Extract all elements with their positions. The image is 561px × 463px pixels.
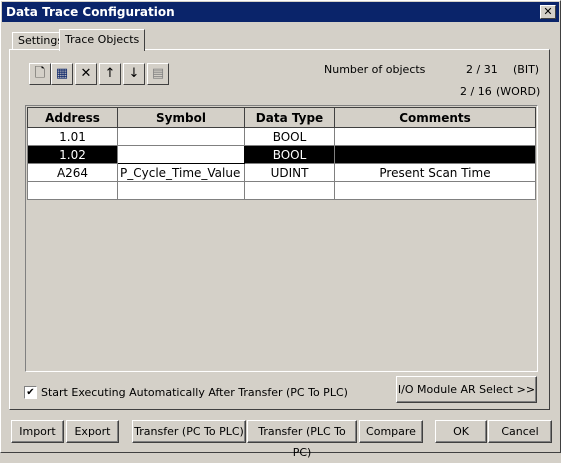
data-type-cell[interactable]: BOOL	[244, 127, 335, 146]
edit-icon: ▦	[55, 66, 69, 81]
auto-execute-label[interactable]: Start Executing Automatically After Tran…	[41, 386, 348, 399]
edit-object-button[interactable]: ▦	[51, 63, 73, 85]
title-bar[interactable]: Data Trace Configuration ✕	[2, 2, 559, 22]
auto-execute-checkbox[interactable]: ✔	[24, 386, 37, 399]
new-object-button[interactable]: 🗋	[29, 63, 51, 85]
data-type-cell[interactable]	[244, 181, 335, 200]
paste-button[interactable]: ▤	[147, 63, 169, 85]
table-row-selected[interactable]: 1.02 BOOL	[27, 145, 536, 164]
data-type-cell[interactable]: UDINT	[244, 163, 335, 182]
paste-icon: ▤	[151, 66, 165, 81]
compare-button[interactable]: Compare	[359, 420, 423, 443]
close-button[interactable]: ✕	[540, 5, 556, 19]
data-type-cell[interactable]: BOOL	[244, 145, 335, 164]
tab-trace-objects-label: Trace Objects	[65, 33, 140, 46]
close-icon: ✕	[543, 5, 553, 18]
move-down-button[interactable]: ↓	[123, 63, 145, 85]
column-header-comments[interactable]: Comments	[334, 107, 536, 128]
checkmark-icon: ✔	[26, 387, 35, 398]
window-title: Data Trace Configuration	[6, 5, 175, 19]
delete-icon: ✕	[80, 66, 92, 81]
tab-settings-label: Settings	[18, 34, 64, 47]
move-down-icon: ↓	[128, 66, 140, 81]
comments-cell[interactable]	[334, 181, 536, 200]
ok-button[interactable]: OK	[435, 420, 487, 443]
column-header-address[interactable]: Address	[27, 107, 118, 128]
bit-unit: (BIT)	[513, 63, 540, 76]
address-cell[interactable]: A264	[27, 163, 118, 182]
transfer-plc-to-pc-button[interactable]: Transfer (PLC To PC)	[247, 420, 357, 459]
word-unit: (WORD)	[496, 85, 541, 98]
symbol-cell[interactable]: P_Cycle_Time_Value	[117, 163, 245, 182]
import-button[interactable]: Import	[11, 420, 64, 443]
symbol-cell[interactable]	[117, 127, 245, 146]
symbol-edit-field[interactable]	[117, 145, 245, 164]
comments-cell[interactable]	[334, 127, 536, 146]
move-up-button[interactable]: ↑	[99, 63, 121, 85]
trace-objects-table: Address Symbol Data Type Comments 1.01 B…	[25, 105, 538, 372]
symbol-cell[interactable]	[117, 181, 245, 200]
export-button[interactable]: Export	[66, 420, 119, 443]
number-of-objects-label: Number of objects	[324, 63, 426, 76]
address-cell[interactable]: 1.02	[27, 145, 118, 164]
delete-object-button[interactable]: ✕	[75, 63, 97, 85]
word-count: 2 / 16	[460, 85, 492, 98]
table-row[interactable]	[27, 181, 536, 200]
column-header-data-type[interactable]: Data Type	[244, 107, 335, 128]
address-cell[interactable]	[27, 181, 118, 200]
comments-cell[interactable]	[334, 145, 536, 164]
bit-count: 2 / 31	[466, 63, 498, 76]
cancel-button[interactable]: Cancel	[488, 420, 552, 443]
address-cell[interactable]: 1.01	[27, 127, 118, 146]
table-row[interactable]: 1.01 BOOL	[27, 127, 536, 146]
io-module-ar-select-button[interactable]: I/O Module AR Select >>	[396, 376, 537, 403]
tab-trace-objects[interactable]: Trace Objects	[59, 29, 146, 51]
comments-cell[interactable]: Present Scan Time	[334, 163, 536, 182]
new-icon: 🗋	[34, 66, 46, 81]
column-header-symbol[interactable]: Symbol	[117, 107, 245, 128]
move-up-icon: ↑	[104, 66, 116, 81]
table-row[interactable]: A264 P_Cycle_Time_Value UDINT Present Sc…	[27, 163, 536, 182]
transfer-pc-to-plc-button[interactable]: Transfer (PC To PLC)	[132, 420, 246, 443]
